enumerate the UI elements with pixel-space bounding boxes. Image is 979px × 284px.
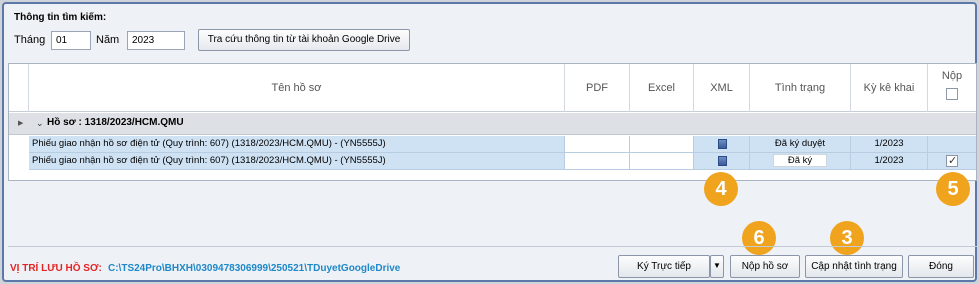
year-input[interactable]: 2023 (127, 31, 185, 50)
table-row[interactable]: Phiếu giao nhận hồ sơ điện tử (Quy trình… (29, 153, 976, 170)
search-section-title: Thông tin tìm kiếm: (14, 12, 107, 23)
annotation-marker-5: 5 (936, 172, 970, 206)
submit-documents-button[interactable]: Nộp hồ sơ (730, 255, 800, 278)
row-name-cell: Phiếu giao nhận hồ sơ điện tử (Quy trình… (29, 136, 565, 152)
close-button[interactable]: Đóng (908, 255, 974, 278)
row-indicator-icon: ▶ (18, 120, 24, 127)
month-input[interactable]: 01 (51, 31, 91, 50)
row-status-cell: Đã ký duyệt (750, 136, 851, 152)
sign-dropdown-chevron-down-icon[interactable]: ▼ (710, 255, 724, 278)
year-label: Năm (96, 34, 120, 46)
column-header-submit: Nộp (928, 64, 976, 112)
footer-bar: VỊ TRÍ LƯU HỒ SƠ: C:\TS24Pro\BHXH\030947… (8, 246, 977, 278)
header-indicator (9, 64, 29, 112)
sign-direct-button[interactable]: Ký Trực tiếp (618, 255, 710, 278)
group-row[interactable]: ▶ ⌄ Hồ sơ : 1318/2023/HCM.QMU (9, 113, 976, 135)
submit-header-label: Nộp (941, 70, 963, 82)
grid-header: Tên hồ sơ PDF Excel XML Tình trạng Kỳ kê… (9, 64, 976, 112)
row-xml-cell[interactable] (694, 136, 750, 152)
collapse-icon[interactable]: ⌄ (36, 118, 46, 130)
xml-file-icon[interactable] (718, 156, 727, 166)
column-header-status[interactable]: Tình trạng (750, 64, 851, 112)
month-label: Tháng (14, 34, 46, 46)
column-header-pdf[interactable]: PDF (565, 64, 630, 112)
row-excel-cell[interactable] (630, 153, 694, 169)
row-period-cell: 1/2023 (851, 153, 928, 169)
document-grid: Tên hồ sơ PDF Excel XML Tình trạng Kỳ kê… (8, 63, 977, 181)
row-excel-cell[interactable] (630, 136, 694, 152)
row-pdf-cell[interactable] (565, 136, 630, 152)
column-header-xml[interactable]: XML (694, 64, 750, 112)
row-name-cell: Phiếu giao nhận hồ sơ điện tử (Quy trình… (29, 153, 565, 169)
row-pdf-cell[interactable] (565, 153, 630, 169)
select-all-checkbox[interactable] (946, 88, 958, 100)
storage-location-path[interactable]: C:\TS24Pro\BHXH\0309478306999\250521\TDu… (108, 263, 400, 274)
xml-file-icon[interactable] (718, 139, 727, 149)
column-header-excel[interactable]: Excel (630, 64, 694, 112)
update-status-button[interactable]: Cập nhật tình trạng (805, 255, 903, 278)
status-text: Đã ký (772, 154, 828, 167)
row-xml-cell[interactable] (694, 153, 750, 169)
google-drive-lookup-button[interactable]: Tra cứu thông tin từ tài khoản Google Dr… (198, 29, 410, 51)
submit-checkbox[interactable] (946, 153, 958, 169)
row-period-cell: 1/2023 (851, 136, 928, 152)
storage-location-label: VỊ TRÍ LƯU HỒ SƠ: (10, 263, 102, 274)
row-status-cell: Đã ký (750, 153, 851, 169)
table-row[interactable]: Phiếu giao nhận hồ sơ điện tử (Quy trình… (29, 136, 976, 153)
group-label: Hồ sơ : 1318/2023/HCM.QMU (47, 117, 184, 128)
column-header-period[interactable]: Kỳ kê khai (851, 64, 928, 112)
row-submit-cell[interactable] (928, 153, 976, 169)
document-submit-dialog: Thông tin tìm kiếm: Tháng 01 Năm 2023 Tr… (2, 2, 977, 282)
row-submit-cell[interactable] (928, 136, 976, 152)
annotation-marker-4: 4 (704, 172, 738, 206)
column-header-name[interactable]: Tên hồ sơ (29, 64, 565, 112)
